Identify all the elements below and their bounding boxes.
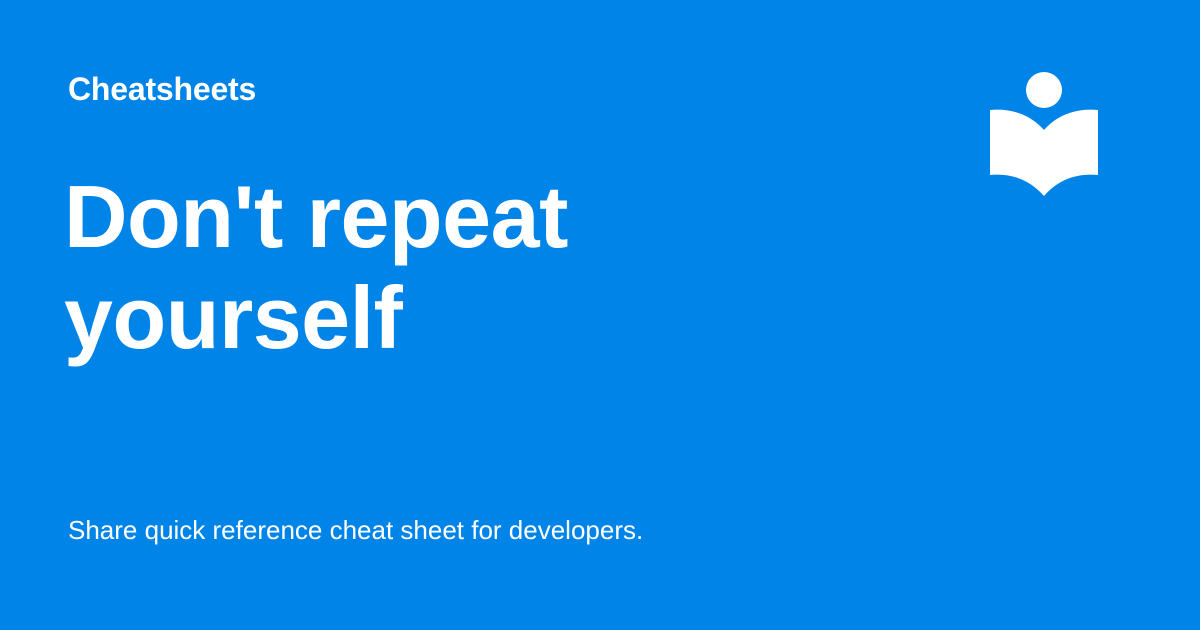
page-title: Don't repeat yourself [64,167,568,367]
open-book-reader-icon [990,72,1098,196]
page-description: Share quick reference cheat sheet for de… [68,515,644,545]
social-card: Cheatsheets Don't repeat yourself Share … [0,0,1200,630]
brand-name: Cheatsheets [68,71,257,107]
